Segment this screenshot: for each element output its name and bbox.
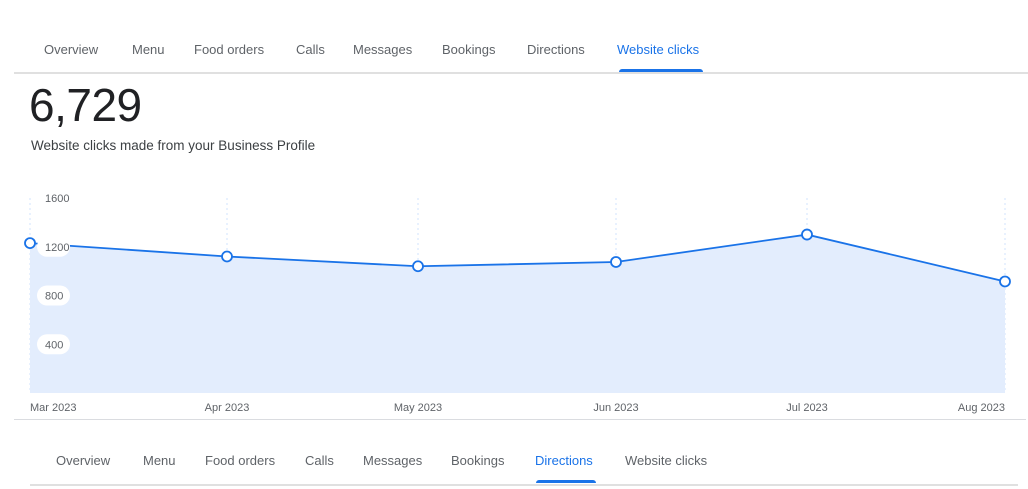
- total-website-clicks: 6,729: [29, 79, 142, 131]
- tab-website-clicks[interactable]: Website clicks: [617, 42, 699, 58]
- data-point-apr-2023[interactable]: [221, 250, 233, 263]
- tab-messages[interactable]: Messages: [363, 453, 422, 469]
- tab-bookings[interactable]: Bookings: [442, 42, 495, 58]
- tab-messages[interactable]: Messages: [353, 42, 412, 58]
- active-tab-indicator: [536, 480, 596, 483]
- tab-directions[interactable]: Directions: [527, 42, 585, 58]
- y-tick-label: 1200: [45, 242, 69, 254]
- tab-overview[interactable]: Overview: [44, 42, 98, 58]
- data-point-jun-2023[interactable]: [610, 256, 622, 268]
- data-point-aug-2023[interactable]: [999, 275, 1011, 288]
- y-tick-label: 800: [45, 291, 63, 303]
- data-point-jul-2023[interactable]: [801, 228, 813, 241]
- tab-calls[interactable]: Calls: [305, 453, 334, 469]
- tab-food-orders[interactable]: Food orders: [205, 453, 275, 469]
- data-point-may-2023[interactable]: [412, 260, 424, 273]
- data-point-mar-2023[interactable]: [24, 237, 36, 249]
- tab-menu[interactable]: Menu: [143, 453, 176, 469]
- tab-overview[interactable]: Overview: [56, 453, 110, 469]
- tab-food-orders[interactable]: Food orders: [194, 42, 264, 58]
- chart-area-fill: [30, 234, 1005, 393]
- x-tick-label: Aug 2023: [958, 402, 1005, 414]
- x-tick-label: Jul 2023: [786, 402, 828, 414]
- tab-website-clicks[interactable]: Website clicks: [625, 453, 707, 469]
- website-clicks-chart: 1600 1200 800 400 Mar 2023 Apr 2023 May 2023 J…: [24, 193, 1011, 414]
- tab-directions[interactable]: Directions: [535, 453, 593, 469]
- y-tick-label: 400: [45, 339, 63, 351]
- metric-description: Website clicks made from your Business P…: [31, 138, 316, 153]
- x-tick-label: Jun 2023: [593, 402, 638, 414]
- chart-baseline-divider: [14, 419, 1026, 420]
- x-tick-label: May 2023: [394, 402, 442, 414]
- x-tick-label: Apr 2023: [205, 402, 250, 414]
- tab-calls[interactable]: Calls: [296, 42, 325, 58]
- top-tab-divider: [14, 72, 1028, 74]
- x-tick-label: Mar 2023: [30, 402, 76, 414]
- tab-bookings[interactable]: Bookings: [451, 453, 504, 469]
- y-tick-label: 1600: [45, 193, 69, 205]
- bottom-tab-divider: [30, 484, 1018, 486]
- tab-menu[interactable]: Menu: [132, 42, 165, 58]
